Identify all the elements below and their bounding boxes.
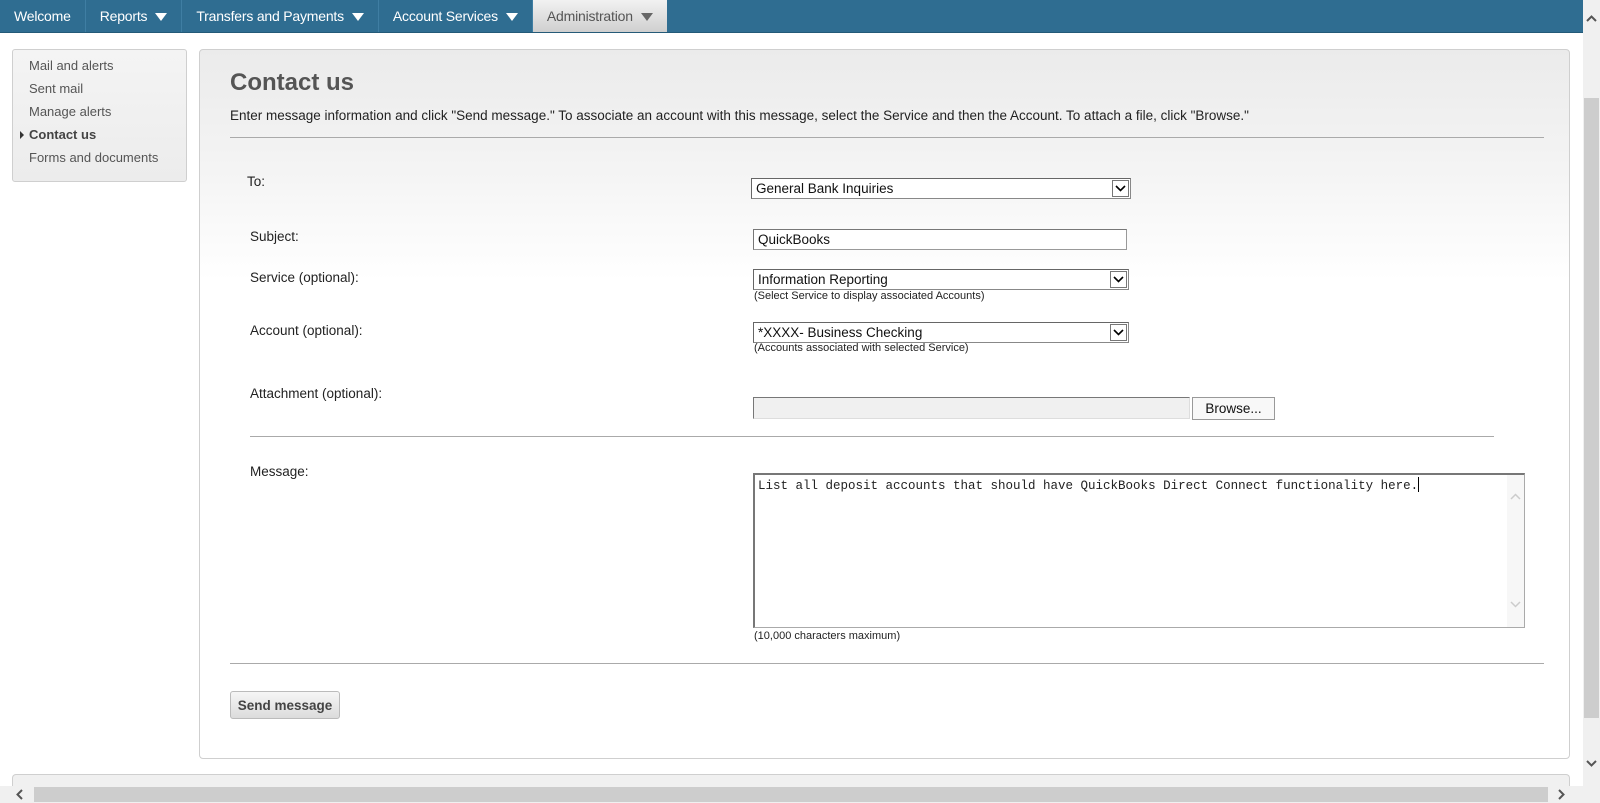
- browse-button[interactable]: Browse...: [1192, 397, 1275, 420]
- scroll-down-icon[interactable]: [1510, 601, 1521, 608]
- nav-reports-label: Reports: [99, 8, 148, 24]
- sidebar-item-label: Mail and alerts: [29, 58, 114, 73]
- vertical-scrollbar[interactable]: [1583, 0, 1600, 786]
- divider: [250, 436, 1494, 437]
- scroll-right-icon[interactable]: [1558, 789, 1565, 800]
- caret-right-icon: [20, 131, 24, 139]
- scroll-up-icon[interactable]: [1510, 493, 1521, 500]
- nav-account-services[interactable]: Account Services: [379, 0, 533, 32]
- account-select[interactable]: *XXXX- Business Checking: [753, 322, 1129, 343]
- horizontal-scrollbar[interactable]: [0, 786, 1583, 803]
- attachment-label: Attachment (optional):: [250, 386, 383, 401]
- sidebar-item-label: Sent mail: [29, 81, 84, 96]
- horizontal-scroll-thumb[interactable]: [34, 787, 1548, 802]
- message-textarea-value: List all deposit accounts that should ha…: [758, 479, 1419, 493]
- sidebar-item-label: Manage alerts: [29, 104, 112, 119]
- textarea-scrollbar[interactable]: [1507, 475, 1524, 627]
- scroll-up-icon[interactable]: [1586, 15, 1597, 22]
- to-select[interactable]: General Bank Inquiries: [751, 178, 1131, 199]
- sidebar-item-mail-and-alerts[interactable]: Mail and alerts: [13, 57, 186, 80]
- page-title: Contact us: [230, 69, 355, 96]
- caret-down-icon: [155, 13, 168, 21]
- account-select-value: *XXXX- Business Checking: [758, 325, 923, 340]
- message-hint: (10,000 characters maximum): [754, 630, 901, 642]
- scrollbar-corner: [1583, 786, 1600, 803]
- divider: [230, 137, 1544, 138]
- message-textarea[interactable]: List all deposit accounts that should ha…: [753, 473, 1525, 628]
- sidebar-item-contact-us[interactable]: Contact us: [13, 126, 186, 149]
- vertical-scroll-thumb[interactable]: [1584, 98, 1599, 718]
- nav-transfers-and-payments[interactable]: Transfers and Payments: [182, 0, 379, 32]
- subject-input-value: QuickBooks: [758, 232, 831, 247]
- to-select-value: General Bank Inquiries: [756, 181, 894, 196]
- contact-us-panel: Contact us Enter message information and…: [199, 49, 1570, 759]
- attachment-file-input[interactable]: [753, 397, 1190, 419]
- account-label: Account (optional):: [250, 323, 363, 338]
- caret-down-icon: [351, 13, 364, 21]
- chevron-down-icon[interactable]: [1112, 180, 1129, 197]
- nav-administration-label: Administration: [546, 8, 633, 24]
- nav-reports[interactable]: Reports: [86, 0, 183, 32]
- intro-text: Enter message information and click "Sen…: [230, 108, 1249, 123]
- divider: [230, 663, 1544, 664]
- message-label: Message:: [250, 464, 309, 479]
- to-label: To:: [247, 174, 266, 189]
- sidebar-item-sent-mail[interactable]: Sent mail: [13, 80, 186, 103]
- nav-welcome-label: Welcome: [14, 8, 71, 24]
- sidebar-item-forms-and-documents[interactable]: Forms and documents: [13, 149, 186, 172]
- chevron-down-icon[interactable]: [1110, 271, 1127, 288]
- subject-input[interactable]: QuickBooks: [753, 229, 1127, 250]
- service-select[interactable]: Information Reporting: [753, 269, 1129, 290]
- caret-down-icon: [640, 13, 653, 21]
- sidebar-item-manage-alerts[interactable]: Manage alerts: [13, 103, 186, 126]
- nav-administration[interactable]: Administration: [532, 0, 667, 32]
- sidebar: Mail and alerts Sent mail Manage alerts …: [12, 49, 187, 182]
- sidebar-item-label: Forms and documents: [29, 150, 159, 165]
- service-hint: (Select Service to display associated Ac…: [754, 290, 985, 302]
- text-cursor: [1418, 477, 1420, 492]
- scroll-left-icon[interactable]: [16, 789, 23, 800]
- nav-transfers-label: Transfers and Payments: [196, 8, 344, 24]
- send-message-button[interactable]: Send message: [230, 691, 340, 719]
- nav-account-services-label: Account Services: [392, 8, 498, 24]
- scroll-down-icon[interactable]: [1586, 760, 1597, 767]
- service-select-value: Information Reporting: [758, 272, 888, 287]
- caret-down-icon: [505, 13, 518, 21]
- chevron-down-icon[interactable]: [1110, 324, 1127, 341]
- top-navigation: Welcome Reports Transfers and Payments A…: [0, 0, 1583, 33]
- account-hint: (Accounts associated with selected Servi…: [754, 342, 969, 354]
- sidebar-item-label: Contact us: [29, 127, 97, 142]
- subject-label: Subject:: [250, 229, 299, 244]
- nav-welcome[interactable]: Welcome: [0, 0, 86, 32]
- service-label: Service (optional):: [250, 270, 359, 285]
